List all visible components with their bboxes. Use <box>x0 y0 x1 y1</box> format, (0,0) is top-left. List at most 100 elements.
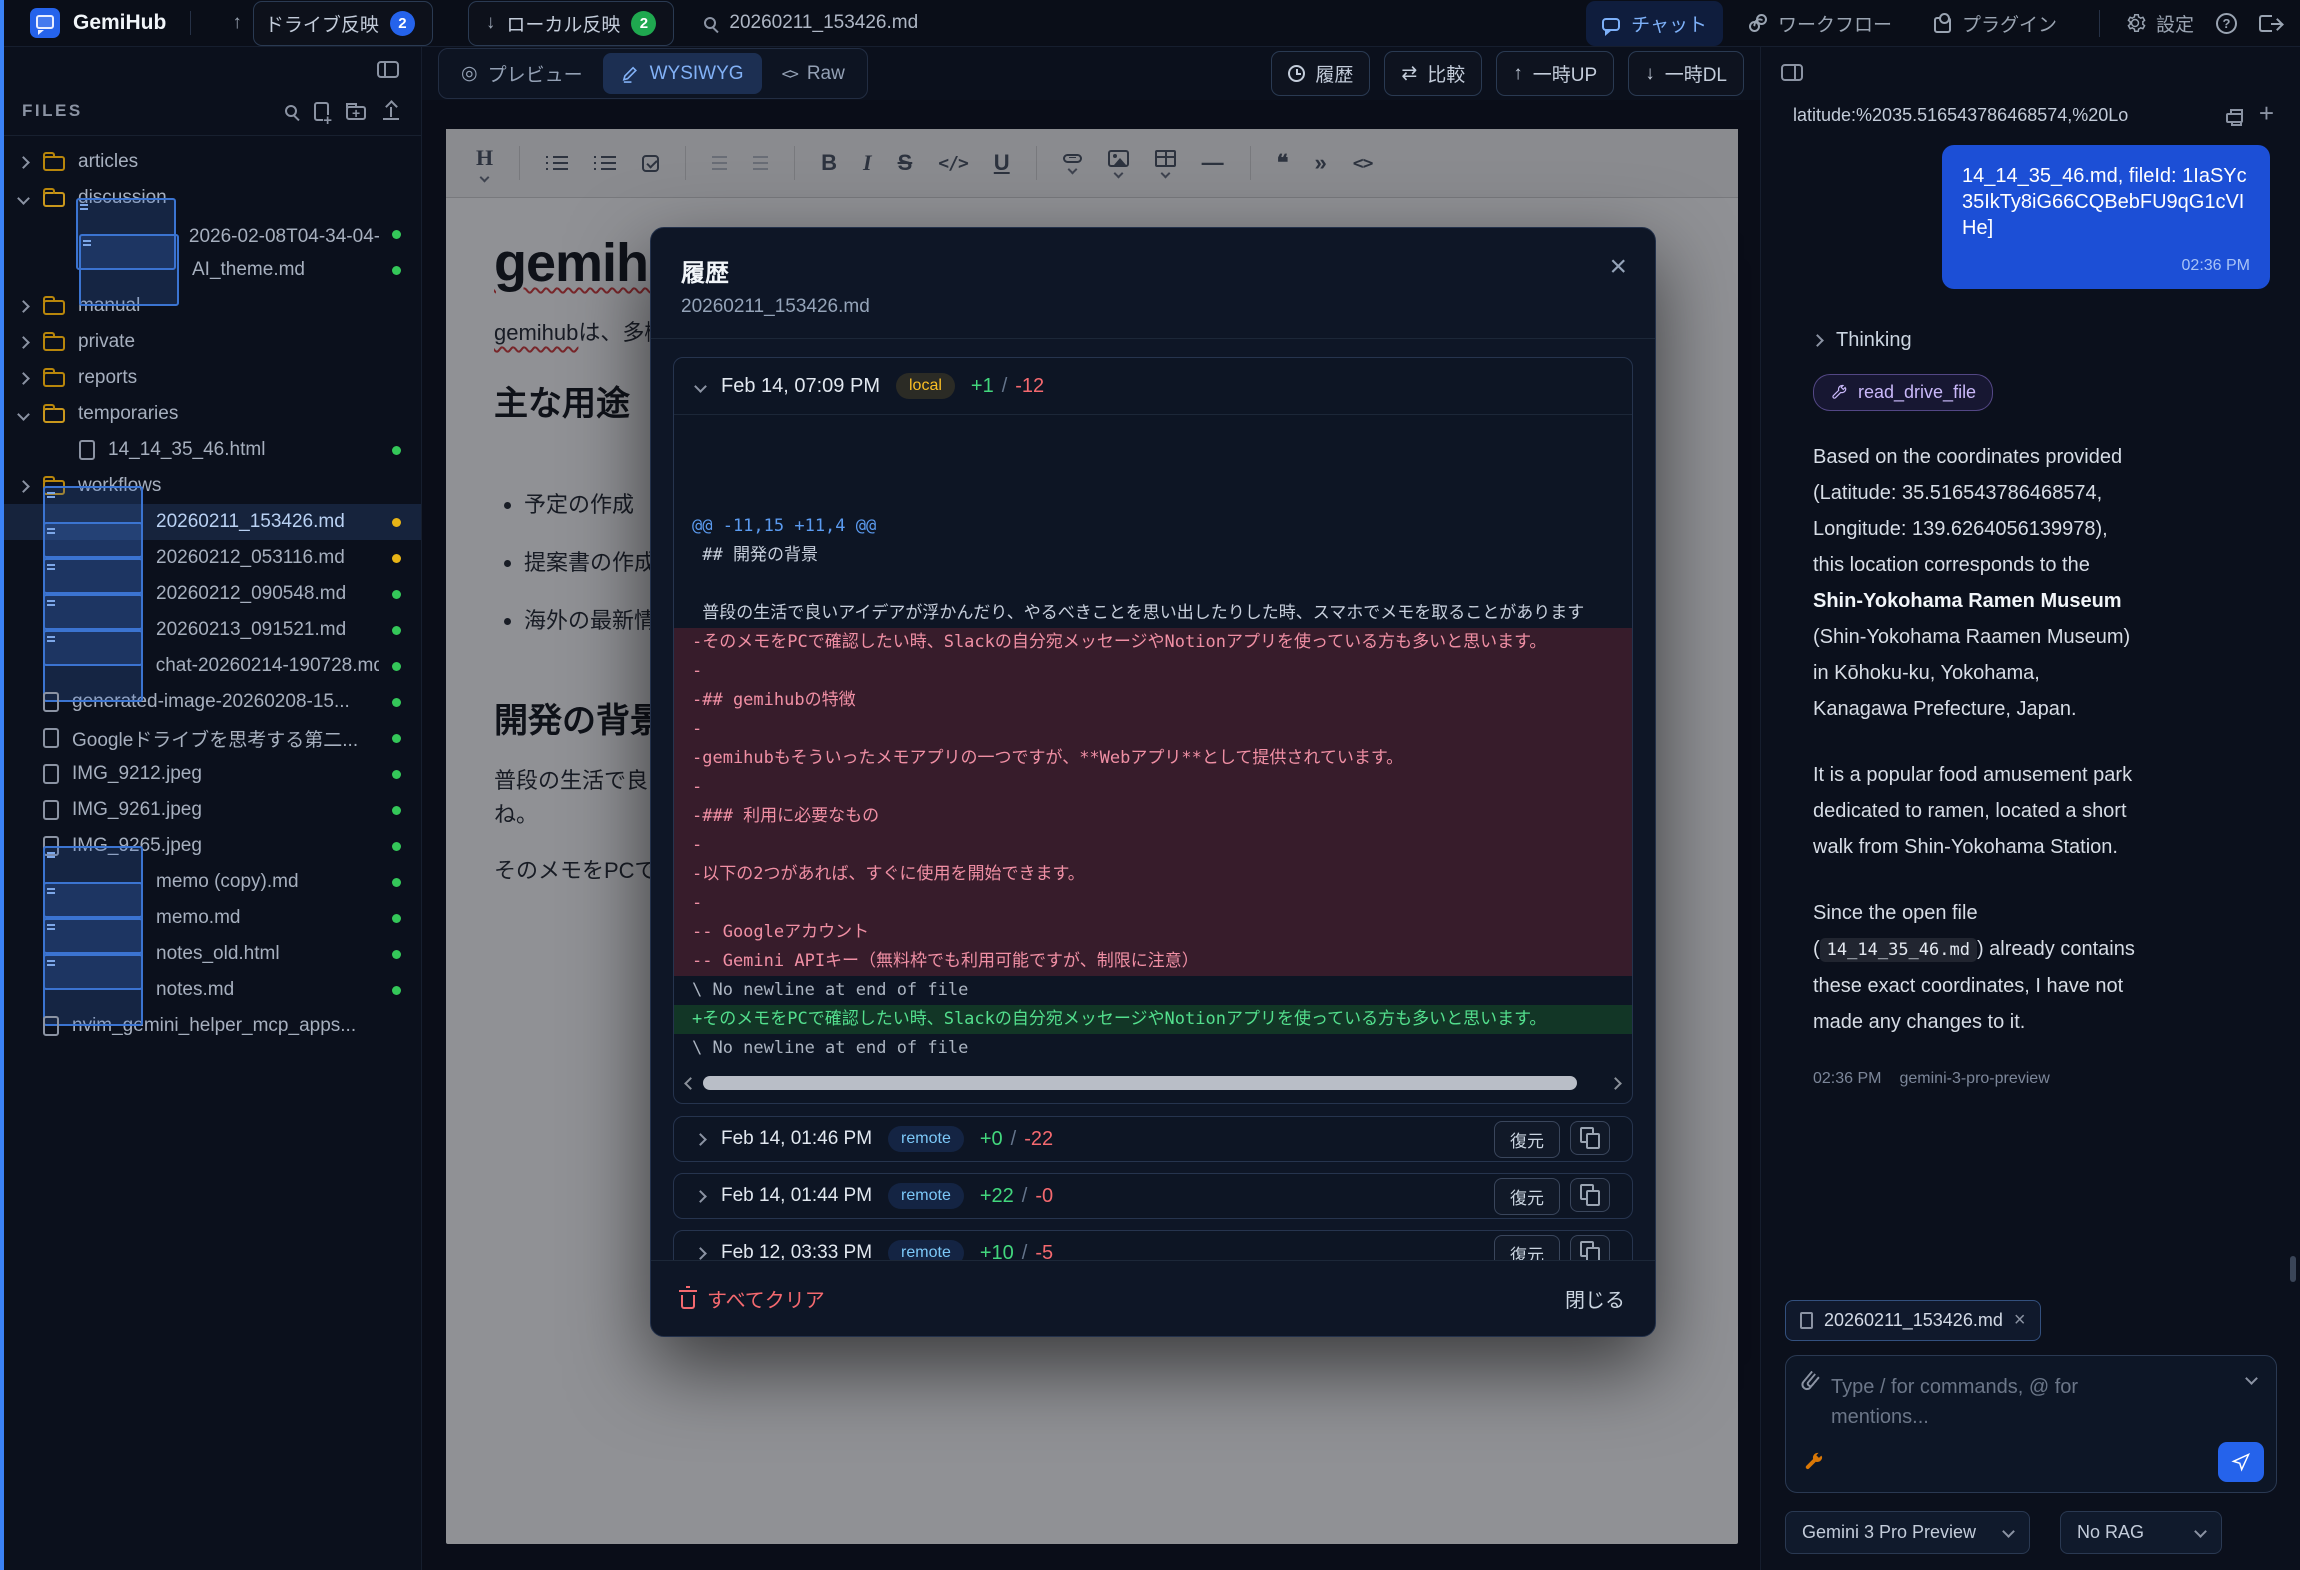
added-count: +10 <box>980 1242 1014 1261</box>
close-modal-button[interactable]: 閉じる <box>1565 1284 1625 1313</box>
history-entry-header[interactable]: Feb 14, 01:46 PM remote +0 / -22 復元 <box>674 1117 1632 1161</box>
tree-row[interactable]: private <box>0 324 421 360</box>
modal-title: 履歴 <box>681 253 1625 288</box>
new-chat-icon[interactable] <box>2259 103 2274 127</box>
attach-file-icon[interactable] <box>1799 1371 1820 1393</box>
settings-group: 設定 <box>2099 10 2272 37</box>
removed-count: -0 <box>1035 1185 1053 1208</box>
restore-button[interactable]: 復元 <box>1494 1178 1560 1215</box>
file-search-icon[interactable] <box>285 105 297 117</box>
chevron-right-icon <box>694 1247 707 1260</box>
chat-scrollbar-thumb[interactable] <box>2290 1256 2296 1282</box>
nav-chat[interactable]: チャット <box>1586 1 1723 46</box>
nav-settings[interactable]: 設定 <box>2124 10 2194 37</box>
sync-status-dot <box>392 554 401 563</box>
diff-horizontal-scrollbar[interactable] <box>686 1073 1620 1093</box>
compare-button[interactable]: 比較 <box>1384 51 1482 96</box>
scroll-right-icon[interactable] <box>1609 1077 1622 1090</box>
diff-line: - <box>674 831 1632 860</box>
tree-row[interactable]: reports <box>0 360 421 396</box>
rag-select[interactable]: No RAG <box>2060 1511 2222 1554</box>
tool-call-chip[interactable]: read_drive_file <box>1813 374 1993 411</box>
tree-row[interactable]: AI_theme.md <box>0 252 421 288</box>
copy-button[interactable] <box>1570 1235 1610 1261</box>
clear-all-button[interactable]: すべてクリア <box>681 1284 825 1313</box>
entry-date: Feb 14, 01:44 PM <box>721 1185 872 1207</box>
tool-name: read_drive_file <box>1858 382 1976 403</box>
collapse-chat-panel-icon[interactable] <box>1781 64 1803 81</box>
nav-plugins[interactable]: プラグイン <box>1918 1 2073 46</box>
restore-button[interactable]: 復元 <box>1494 1235 1560 1261</box>
history-button[interactable]: 履歴 <box>1271 51 1370 96</box>
scroll-left-icon[interactable] <box>684 1077 697 1090</box>
new-folder-icon[interactable] <box>346 106 366 120</box>
history-entry-header[interactable]: Feb 12, 03:33 PM remote +10 / -5 復元 <box>674 1231 1632 1260</box>
added-count: +1 <box>971 375 994 398</box>
tree-row[interactable]: notes.md <box>0 972 421 1008</box>
tree-row[interactable]: manual <box>0 288 421 324</box>
document-icon <box>1800 1312 1813 1329</box>
nav-workflow[interactable]: ワークフロー <box>1733 1 1908 46</box>
copy-icon <box>1584 1188 1596 1202</box>
file-name: 20260212_053116.md <box>156 547 345 569</box>
tab-raw[interactable]: Raw <box>764 53 863 94</box>
view-mode-tabs: プレビュー WYSIWYG Raw <box>438 48 868 99</box>
sync-status-dot <box>392 878 401 887</box>
tree-row[interactable]: Googleドライブを思考する第二... <box>0 720 421 756</box>
tree-row[interactable]: discussion <box>0 180 421 216</box>
restore-button[interactable]: 復元 <box>1494 1121 1560 1158</box>
collapse-sidebar-icon[interactable] <box>377 61 399 78</box>
tree-row[interactable]: 2026-02-08T04-34-04-AIが... <box>0 216 421 252</box>
local-sync-button[interactable]: ローカル反映 2 <box>468 1 675 46</box>
temp-upload-button[interactable]: 一時UP <box>1496 51 1614 96</box>
local-sync-count: 2 <box>631 11 656 36</box>
top-bar: GemiHub ドライブ反映 2 ローカル反映 2 20260211_15342… <box>0 0 2300 47</box>
entry-source-badge: remote <box>888 1240 964 1260</box>
history-entry-header[interactable]: Feb 14, 01:44 PM remote +22 / -0 復元 <box>674 1174 1632 1218</box>
new-file-icon[interactable] <box>314 102 329 121</box>
help-icon[interactable] <box>2216 13 2237 34</box>
tree-row[interactable]: 14_14_35_46.html <box>0 432 421 468</box>
tree-row[interactable]: chat-20260214-190728.md <box>0 648 421 684</box>
file-type-icon <box>43 300 65 315</box>
drive-sync-button[interactable]: ドライブ反映 2 <box>215 0 450 54</box>
entry-source-badge: remote <box>888 1183 964 1209</box>
thinking-toggle[interactable]: Thinking <box>1813 329 2270 352</box>
drive-sync-count: 2 <box>390 11 415 36</box>
model-select[interactable]: Gemini 3 Pro Preview <box>1785 1511 2030 1554</box>
tree-row[interactable]: temporaries <box>0 396 421 432</box>
message-timestamp: 02:36 PM <box>1962 253 2250 279</box>
tree-row[interactable]: articles <box>0 144 421 180</box>
tab-wysiwyg[interactable]: WYSIWYG <box>603 53 762 94</box>
chat-input-placeholder: Type / for commands, @ for mentions... <box>1831 1372 2121 1432</box>
remove-attachment-icon[interactable]: × <box>2014 1309 2026 1332</box>
send-button[interactable] <box>2218 1442 2264 1482</box>
tree-row[interactable]: IMG_9212.jpeg <box>0 756 421 792</box>
file-name: articles <box>78 151 138 173</box>
close-icon[interactable]: × <box>1609 256 1627 278</box>
sync-status-dot <box>392 770 401 779</box>
copy-button[interactable] <box>1570 1178 1610 1212</box>
diff-line: - <box>674 773 1632 802</box>
tree-chevron-icon <box>17 300 30 313</box>
copy-button[interactable] <box>1570 1121 1610 1155</box>
added-count: +22 <box>980 1185 1014 1208</box>
diff-line: -- Googleアカウント <box>674 918 1632 947</box>
print-icon[interactable] <box>2226 113 2243 123</box>
global-search[interactable]: 20260211_153426.md <box>704 12 918 34</box>
entry-source-badge: local <box>896 373 955 399</box>
history-entry-header[interactable]: Feb 14, 07:09 PM local +1 / -12 <box>674 358 1632 414</box>
file-name: memo (copy).md <box>156 871 299 893</box>
temp-download-button[interactable]: 一時DL <box>1628 51 1744 96</box>
tools-icon[interactable] <box>1802 1451 1825 1474</box>
editor-column: プレビュー WYSIWYG Raw 履歴 比較 <box>422 47 1760 1570</box>
tab-preview[interactable]: プレビュー <box>443 53 601 94</box>
scrollbar-thumb[interactable] <box>703 1076 1577 1090</box>
tree-row[interactable]: IMG_9261.jpeg <box>0 792 421 828</box>
upload-file-icon[interactable] <box>383 118 399 120</box>
attached-file-chip[interactable]: 20260211_153426.md × <box>1785 1300 2041 1341</box>
chat-input[interactable]: Type / for commands, @ for mentions... <box>1785 1355 2277 1493</box>
nav-settings-label: 設定 <box>2156 10 2194 37</box>
diff-line: -### 利用に必要なもの <box>674 802 1632 831</box>
logout-icon[interactable] <box>2259 15 2272 32</box>
